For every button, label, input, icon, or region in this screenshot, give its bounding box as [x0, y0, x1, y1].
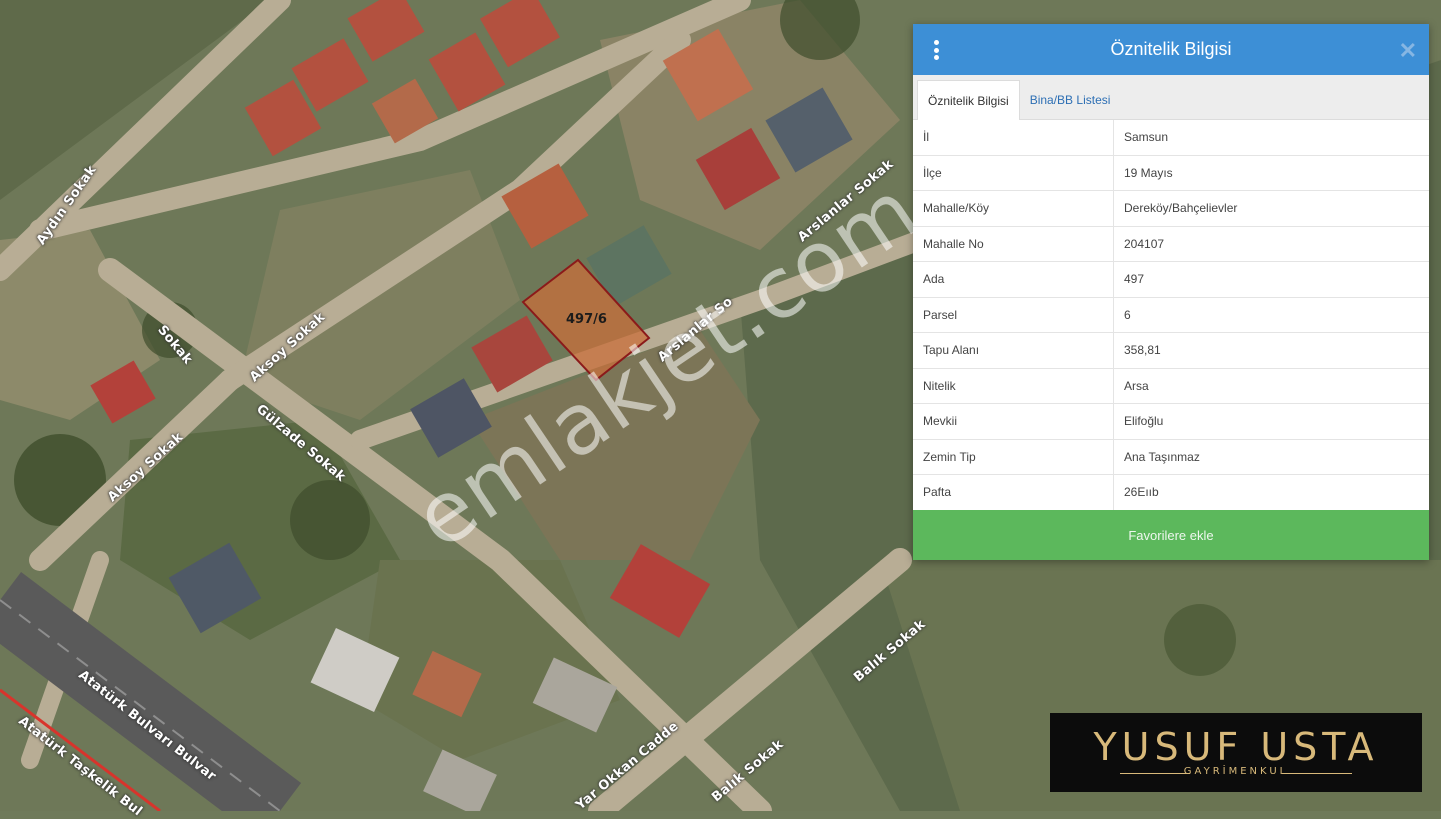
table-row: Mevkii Elifoğlu	[913, 403, 1429, 440]
row-value: 358,81	[1113, 332, 1429, 369]
table-row: Tapu Alanı 358,81	[913, 332, 1429, 369]
table-row: İlçe 19 Mayıs	[913, 155, 1429, 191]
tab-building-list[interactable]: Bina/BB Listesi	[1020, 81, 1121, 119]
row-key: Mevkii	[913, 403, 1114, 440]
table-row: İl Samsun	[913, 120, 1429, 156]
attribute-table: İl Samsun İlçe 19 Mayıs Mahalle/Köy Dereköy…	[913, 120, 1429, 511]
parcel-label: 497/6	[566, 312, 607, 327]
row-value: 19 Mayıs	[1113, 155, 1429, 191]
logo-divider	[1282, 773, 1352, 774]
row-key: Tapu Alanı	[913, 332, 1114, 369]
row-value: 26Eııb	[1113, 474, 1429, 511]
row-value: Samsun	[1113, 120, 1429, 156]
panel-header: Öznitelik Bilgisi ✕	[913, 24, 1429, 75]
row-key: İl	[913, 120, 1114, 156]
row-key: Parsel	[913, 297, 1114, 333]
company-logo: YUSUF USTA GAYRİMENKUL	[1050, 713, 1422, 792]
row-key: Mahalle/Köy	[913, 190, 1114, 227]
row-key: Zemin Tip	[913, 439, 1114, 475]
table-row: Nitelik Arsa	[913, 368, 1429, 404]
row-key: İlçe	[913, 155, 1114, 191]
row-value: 6	[1113, 297, 1429, 333]
add-favorite-button[interactable]: Favorilere ekle	[913, 510, 1429, 560]
row-value: 497	[1113, 261, 1429, 298]
row-value: Ana Taşınmaz	[1113, 439, 1429, 475]
logo-sub-text: GAYRİMENKUL	[1183, 766, 1289, 777]
panel-title: Öznitelik Bilgisi	[1110, 39, 1232, 59]
table-row: Pafta 26Eııb	[913, 474, 1429, 511]
row-value: 204107	[1113, 226, 1429, 262]
logo-main-text: YUSUF USTA	[1093, 725, 1379, 769]
row-value: Dereköy/Bahçelievler	[1113, 190, 1429, 227]
menu-dots-icon[interactable]	[933, 40, 939, 60]
row-key: Mahalle No	[913, 226, 1114, 262]
table-row: Parsel 6	[913, 297, 1429, 333]
attribute-panel: Öznitelik Bilgisi ✕ Öznitelik Bilgisi Bi…	[913, 24, 1429, 560]
row-key: Ada	[913, 261, 1114, 298]
row-key: Nitelik	[913, 368, 1114, 404]
close-icon[interactable]: ✕	[1399, 38, 1417, 64]
row-value: Arsa	[1113, 368, 1429, 404]
panel-tabs: Öznitelik Bilgisi Bina/BB Listesi	[913, 75, 1429, 120]
table-row: Mahalle/Köy Dereköy/Bahçelievler	[913, 190, 1429, 227]
tab-attribute-info[interactable]: Öznitelik Bilgisi	[917, 80, 1020, 120]
row-key: Pafta	[913, 474, 1114, 511]
table-row: Ada 497	[913, 261, 1429, 298]
table-row: Mahalle No 204107	[913, 226, 1429, 262]
table-row: Zemin Tip Ana Taşınmaz	[913, 439, 1429, 475]
row-value: Elifoğlu	[1113, 403, 1429, 440]
